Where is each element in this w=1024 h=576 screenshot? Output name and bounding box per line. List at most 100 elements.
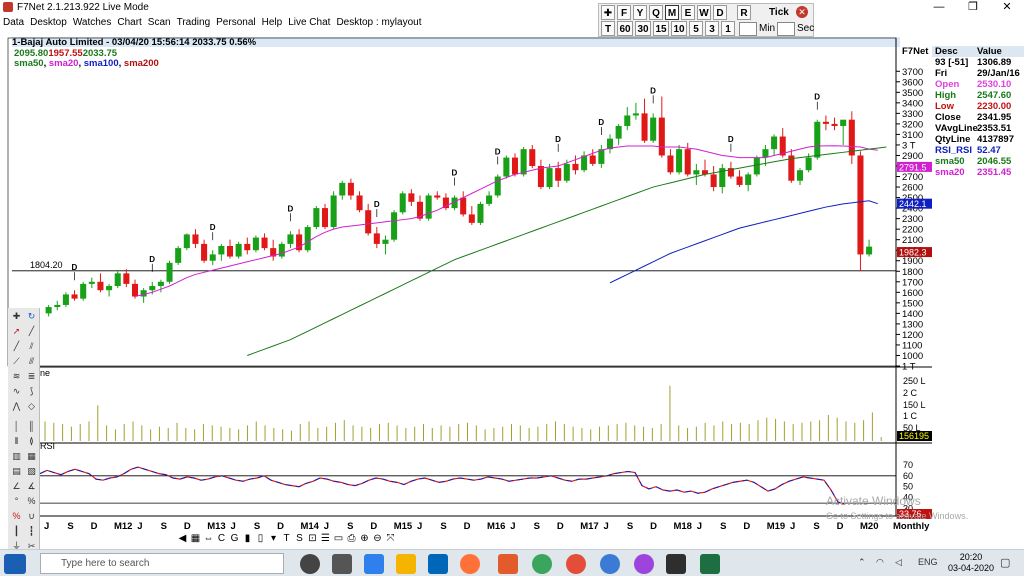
list-icon[interactable]: ☰ [319, 533, 332, 547]
tf-button-q[interactable]: Q [649, 5, 663, 20]
tf-button-e[interactable]: E [681, 5, 695, 20]
tf-button-t[interactable]: T [601, 21, 615, 36]
chrome-icon-3[interactable] [600, 554, 620, 574]
notification-icon[interactable]: ▢ [1000, 556, 1010, 569]
tf-button-15[interactable]: 15 [653, 21, 669, 36]
tf-button-r[interactable]: R [737, 5, 751, 20]
sec-input[interactable] [777, 22, 795, 36]
angle2-tool-icon[interactable]: ∡ [25, 480, 38, 493]
bars2-tool-icon[interactable]: ▤ [10, 465, 23, 478]
tf-button-w[interactable]: W [697, 5, 711, 20]
menu-personal[interactable]: Personal [213, 17, 258, 28]
firefox-icon[interactable] [460, 554, 480, 574]
tf-button-1[interactable]: 1 [721, 21, 735, 36]
close-icon[interactable]: ✕ [990, 0, 1024, 14]
zoom-in-icon[interactable]: ⊕ [358, 533, 371, 547]
zoom-out-icon[interactable]: ⊖ [371, 533, 384, 547]
diamond-tool-icon[interactable]: ◇ [25, 400, 38, 413]
crosshair-tool-icon[interactable]: ✚ [10, 310, 23, 323]
tf-button-y[interactable]: Y [633, 5, 647, 20]
tf-button-10[interactable]: 10 [671, 21, 687, 36]
fan-tool-icon[interactable]: ⟋ [10, 355, 23, 368]
wave-tool-icon[interactable]: ∿ [10, 385, 23, 398]
bar-chart-icon[interactable]: ▮ [241, 533, 254, 547]
tf-button-3[interactable]: 3 [705, 21, 719, 36]
grid2-tool-icon[interactable]: ▧ [25, 465, 38, 478]
print-icon[interactable]: ⎙ [345, 533, 358, 547]
grid-tool-icon[interactable]: ▦ [25, 450, 38, 463]
grid-toggle-icon[interactable]: ▦ [189, 533, 202, 547]
zoom-range-icon[interactable]: ⇔ [202, 533, 215, 547]
line-tool-icon[interactable]: ╱ [25, 325, 38, 338]
tick-label[interactable]: Tick [769, 5, 789, 20]
menu-chart[interactable]: Chart [114, 17, 144, 28]
channel-tool-icon[interactable]: ⫻ [25, 355, 38, 368]
percent2-tool-icon[interactable]: % [10, 510, 23, 523]
candle-icon[interactable]: ▯ [254, 533, 267, 547]
dropdown-icon[interactable]: ▾ [267, 533, 280, 547]
chrome-icon-2[interactable] [566, 554, 586, 574]
crosshair-icon[interactable]: ✚ [601, 5, 615, 20]
chrome-icon-1[interactable] [532, 554, 552, 574]
tf-button-30[interactable]: 30 [635, 21, 651, 36]
start-icon[interactable] [4, 554, 26, 574]
f7net-taskbar-icon[interactable] [498, 554, 518, 574]
shift-icon[interactable]: S [293, 533, 306, 547]
menu-desktop[interactable]: Desktop [27, 17, 70, 28]
screen-icon[interactable]: ⊡ [306, 533, 319, 547]
cycle-tool-icon[interactable]: ⦀ [10, 435, 23, 448]
menu-live-chat[interactable]: Live Chat [285, 17, 333, 28]
parallel-tool-icon[interactable]: ⫽ [25, 340, 38, 353]
menu-trading[interactable]: Trading [174, 17, 214, 28]
chrome-icon-4[interactable] [634, 554, 654, 574]
tf-button-60[interactable]: 60 [617, 21, 633, 36]
min-input[interactable] [739, 22, 757, 36]
range-tool-icon[interactable]: ┇ [25, 525, 38, 538]
menu-help[interactable]: Help [259, 17, 286, 28]
maximize-icon[interactable]: ❐ [956, 0, 990, 14]
toolbar-close-icon[interactable]: ✕ [796, 6, 808, 18]
gann-tool-icon[interactable]: ≋ [10, 370, 23, 383]
magnet-tool-icon[interactable]: ∪ [25, 510, 38, 523]
arrow-tool-icon[interactable]: ➚ [10, 325, 23, 338]
tf-button-d[interactable]: D [713, 5, 727, 20]
volume-icon[interactable]: ◁ [895, 557, 902, 568]
tray-up-icon[interactable]: ⌃ [858, 557, 866, 568]
tf-button-f[interactable]: F [617, 5, 631, 20]
cursor-icon[interactable]: C [215, 533, 228, 547]
menu-watches[interactable]: Watches [70, 17, 115, 28]
task-view-icon[interactable] [332, 554, 352, 574]
angle-tool-icon[interactable]: ∠ [10, 480, 23, 493]
fit-icon[interactable]: ⤧ [384, 533, 397, 547]
excel-icon[interactable] [700, 554, 720, 574]
price-chart[interactable]: 37003600350034003300320031003 T290028002… [0, 36, 932, 533]
vline-tool-icon[interactable]: │ [10, 420, 23, 433]
tray-language[interactable]: ENG [918, 557, 938, 567]
fib-tool-icon[interactable]: ≣ [25, 370, 38, 383]
app-icon-dark[interactable] [666, 554, 686, 574]
text-icon[interactable]: T [280, 533, 293, 547]
pitchfork-tool-icon[interactable]: ⋀ [10, 400, 23, 413]
tf-button-5[interactable]: 5 [689, 21, 703, 36]
bars-tool-icon[interactable]: ▥ [10, 450, 23, 463]
percent-tool-icon[interactable]: % [25, 495, 38, 508]
file-explorer-icon[interactable] [396, 554, 416, 574]
double-vline-tool-icon[interactable]: ║ [25, 420, 38, 433]
cortana-icon[interactable] [300, 554, 320, 574]
clock[interactable]: 20:20 03-04-2020 [948, 552, 994, 574]
store-icon[interactable] [428, 554, 448, 574]
minimize-icon[interactable]: — [922, 0, 956, 14]
trendline-tool-icon[interactable]: ╱ [10, 340, 23, 353]
edge-icon[interactable] [364, 554, 384, 574]
menu-scan[interactable]: Scan [145, 17, 174, 28]
tf-button-m[interactable]: M [665, 5, 679, 20]
spacer-tool-icon[interactable]: ≬ [25, 435, 38, 448]
menu-data[interactable]: Data [0, 17, 27, 28]
ruler-tool-icon[interactable]: ┃ [10, 525, 23, 538]
scroll-start-icon[interactable]: ◀ [176, 533, 189, 547]
refresh-tool-icon[interactable]: ↻ [25, 310, 38, 323]
folder-icon[interactable]: ▭ [332, 533, 345, 547]
grid-icon[interactable]: G [228, 533, 241, 547]
angle45-tool-icon[interactable]: ° [10, 495, 23, 508]
taskbar-search-input[interactable]: Type here to search [40, 553, 284, 574]
